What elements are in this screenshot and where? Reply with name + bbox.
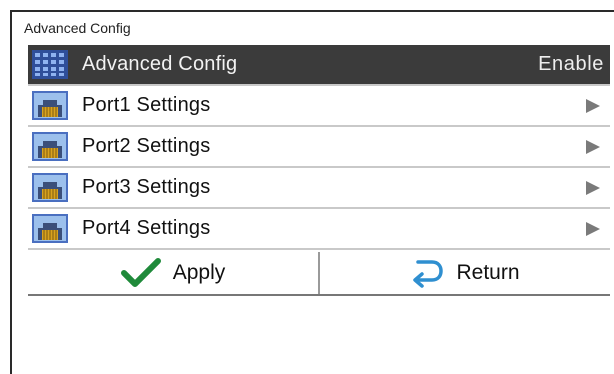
window-title: Advanced Config xyxy=(24,20,131,36)
chevron-right-icon xyxy=(586,98,600,113)
return-label: Return xyxy=(456,261,520,284)
network-port-icon xyxy=(32,91,68,120)
menu-item-port1-settings[interactable]: Port1 Settings xyxy=(28,86,610,127)
menu-item-label: Port2 Settings xyxy=(82,135,211,157)
menu-item-port2-settings[interactable]: Port2 Settings xyxy=(28,127,610,168)
chevron-right-icon xyxy=(586,139,600,154)
apply-label: Apply xyxy=(172,261,226,284)
network-port-icon xyxy=(32,132,68,161)
checkmark-icon xyxy=(120,258,161,287)
return-button[interactable]: Return xyxy=(320,252,610,294)
menu-item-label: Port4 Settings xyxy=(82,217,211,239)
device-screen: Advanced Config Advanced Config Enable P… xyxy=(10,10,614,374)
return-arrow-icon xyxy=(413,260,444,288)
network-port-icon xyxy=(32,214,68,243)
settings-menu: Advanced Config Enable Port1 Settings Po… xyxy=(28,45,610,250)
menu-item-label: Advanced Config xyxy=(82,53,238,75)
chevron-right-icon xyxy=(586,180,600,195)
menu-item-port3-settings[interactable]: Port3 Settings xyxy=(28,168,610,209)
menu-item-port4-settings[interactable]: Port4 Settings xyxy=(28,209,610,250)
network-port-icon xyxy=(32,173,68,202)
action-bar: Apply Return xyxy=(28,252,610,296)
menu-item-value: Enable xyxy=(538,53,604,75)
chevron-right-icon xyxy=(586,221,600,236)
grid-icon xyxy=(32,50,68,79)
menu-item-label: Port1 Settings xyxy=(82,94,211,116)
menu-item-advanced-config[interactable]: Advanced Config Enable xyxy=(28,45,610,86)
menu-item-label: Port3 Settings xyxy=(82,176,211,198)
apply-button[interactable]: Apply xyxy=(28,252,320,294)
